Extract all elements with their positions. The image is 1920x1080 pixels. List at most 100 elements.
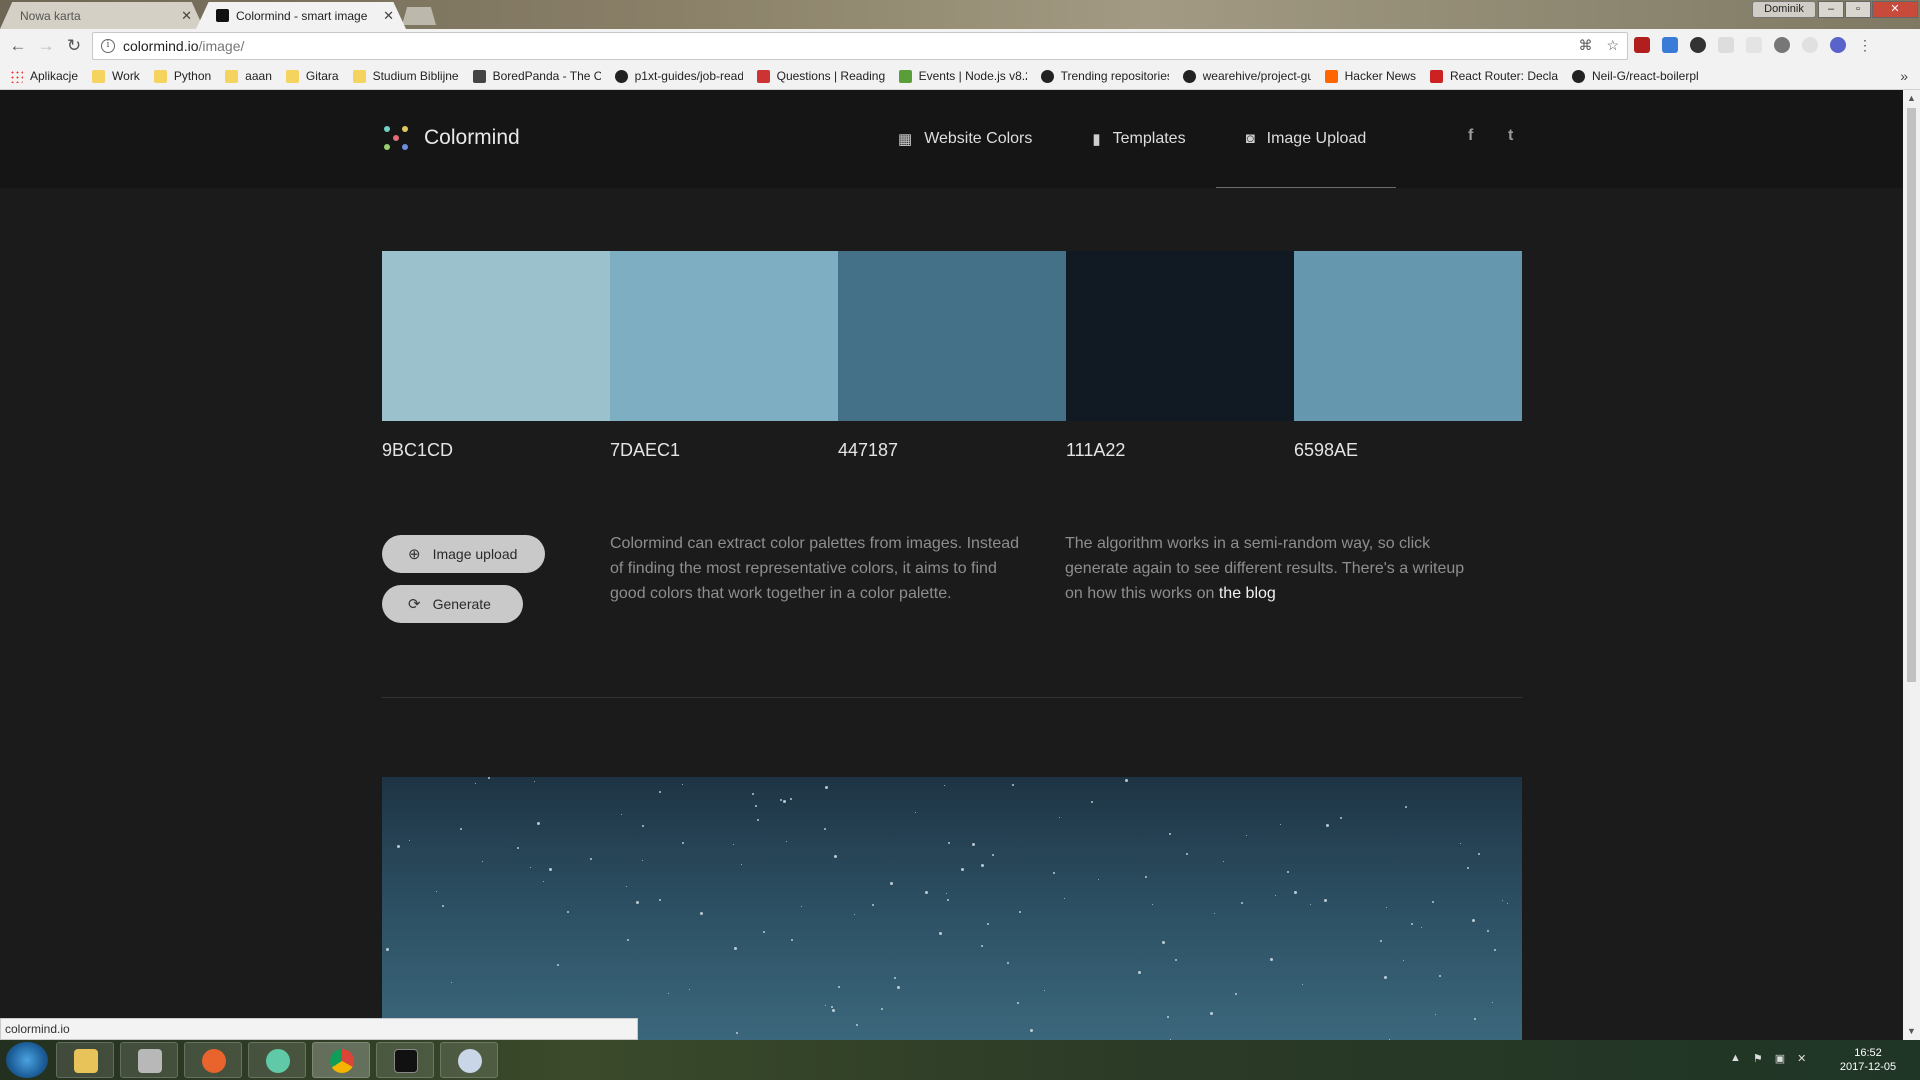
bookmark-item[interactable]: Neil-G/react-boilerpl bbox=[1571, 69, 1699, 83]
extension-icon[interactable] bbox=[1802, 37, 1818, 53]
extension-icon[interactable] bbox=[1774, 37, 1790, 53]
star-dot bbox=[732, 843, 734, 845]
color-swatch[interactable] bbox=[610, 251, 838, 421]
close-icon[interactable]: ✕ bbox=[383, 8, 394, 24]
bookmark-item[interactable]: wearehive/project-gu bbox=[1182, 69, 1311, 83]
color-swatch[interactable] bbox=[382, 251, 610, 421]
nav-website-colors[interactable]: ▦ Website Colors bbox=[868, 90, 1062, 188]
scroll-up-arrow-icon[interactable]: ▲ bbox=[1903, 90, 1920, 107]
info-icon[interactable]: i bbox=[101, 39, 115, 53]
new-tab-button[interactable] bbox=[402, 7, 436, 25]
star-dot bbox=[681, 842, 684, 845]
taskbar-app-atom[interactable] bbox=[248, 1042, 306, 1078]
profile-button[interactable]: Dominik bbox=[1752, 1, 1816, 18]
scrollbar-thumb[interactable] bbox=[1907, 108, 1916, 682]
reload-icon[interactable]: ↻ bbox=[64, 36, 84, 56]
star-dot bbox=[1166, 1016, 1169, 1019]
star-dot bbox=[801, 905, 803, 907]
close-icon[interactable]: ✕ bbox=[181, 8, 192, 24]
hex-code: 111A22 bbox=[1066, 440, 1126, 460]
tab-new-tab[interactable]: Nowa karta ✕ bbox=[0, 2, 204, 29]
forward-arrow-icon[interactable]: → bbox=[36, 36, 56, 56]
taskbar-app-paint[interactable] bbox=[440, 1042, 498, 1078]
translate-icon[interactable]: ⌘ bbox=[1578, 37, 1592, 54]
bookmarks-overflow-icon[interactable]: » bbox=[1900, 68, 1908, 84]
page-scrollbar[interactable]: ▲ ▼ bbox=[1903, 90, 1920, 1040]
maximize-button[interactable]: ▫ bbox=[1845, 1, 1871, 18]
tab-colormind[interactable]: Colormind - smart image ✕ bbox=[196, 2, 406, 29]
image-upload-button[interactable]: ⊕ Image upload bbox=[382, 535, 546, 573]
star-dot bbox=[1214, 912, 1216, 914]
bookmark-item[interactable]: Studium Biblijne bbox=[352, 69, 459, 83]
minimize-button[interactable]: – bbox=[1818, 1, 1844, 18]
extension-icon[interactable] bbox=[1718, 37, 1734, 53]
bookmark-item[interactable]: Python bbox=[153, 69, 211, 83]
extension-icon[interactable] bbox=[1830, 37, 1846, 53]
flag-icon[interactable]: ⚑ bbox=[1753, 1052, 1763, 1065]
bookmark-item[interactable]: Questions | Reading bbox=[756, 69, 885, 83]
taskbar-clock[interactable]: 16:52 2017-12-05 bbox=[1830, 1046, 1906, 1074]
ublock-extension-icon[interactable] bbox=[1634, 37, 1650, 53]
section-divider bbox=[382, 697, 1522, 698]
bookmark-item[interactable]: p1xt-guides/job-read bbox=[614, 69, 743, 83]
browser-toolbar: ← → ↻ i colormind.io/image/ ⌘ ☆ ⋮ bbox=[0, 29, 1920, 63]
nav-image-upload[interactable]: ◙ Image Upload bbox=[1215, 90, 1397, 188]
star-dot bbox=[944, 785, 946, 787]
bookmark-item[interactable]: Trending repositories bbox=[1040, 69, 1169, 83]
star-dot bbox=[626, 938, 629, 941]
bookmark-star-icon[interactable]: ☆ bbox=[1606, 37, 1619, 54]
color-swatch[interactable] bbox=[1294, 251, 1522, 421]
color-swatch[interactable] bbox=[838, 251, 1066, 421]
star-dot bbox=[735, 1031, 738, 1034]
extension-icon[interactable] bbox=[1746, 37, 1762, 53]
taskbar-app-chrome[interactable] bbox=[312, 1042, 370, 1078]
generate-button[interactable]: ⟳ Generate bbox=[382, 585, 523, 623]
network-icon[interactable]: ▣ bbox=[1775, 1052, 1785, 1065]
url-path: /image/ bbox=[198, 38, 245, 54]
star-dot bbox=[1324, 898, 1328, 902]
bookmark-item[interactable]: Work bbox=[92, 69, 140, 83]
sync-extension-icon[interactable] bbox=[1690, 37, 1706, 53]
taskbar-app-explorer[interactable] bbox=[56, 1042, 114, 1078]
star-dot bbox=[557, 963, 560, 966]
bookmark-item[interactable]: BoredPanda - The Or bbox=[472, 69, 601, 83]
nav-templates[interactable]: ▮ Templates bbox=[1062, 90, 1215, 188]
bookmark-item[interactable]: Gitara bbox=[285, 69, 339, 83]
tray-expand-icon[interactable]: ▲ bbox=[1730, 1052, 1741, 1065]
logo[interactable]: Colormind bbox=[382, 124, 520, 152]
extension-icon[interactable] bbox=[1662, 37, 1678, 53]
facebook-icon[interactable]: f bbox=[1468, 127, 1473, 145]
bookmark-item[interactable]: Aplikacje bbox=[10, 69, 78, 83]
system-tray: ▲ ⚑ ▣ ✕ bbox=[1730, 1052, 1806, 1065]
star-dot bbox=[948, 841, 951, 844]
back-arrow-icon[interactable]: ← bbox=[8, 36, 28, 56]
star-dot bbox=[833, 855, 837, 859]
taskbar-app-firefox[interactable] bbox=[184, 1042, 242, 1078]
bookmark-label: Aplikacje bbox=[30, 69, 79, 83]
star-dot bbox=[854, 914, 856, 916]
bookmarks-bar: Aplikacje Work Python aaan Gitara Studium Bib… bbox=[0, 63, 1920, 90]
menu-kebab-icon[interactable]: ⋮ bbox=[1858, 37, 1872, 53]
bookmark-item[interactable]: Hacker News bbox=[1324, 69, 1416, 83]
extensions-area: ⋮ bbox=[1634, 37, 1872, 53]
taskbar-app-database[interactable] bbox=[120, 1042, 178, 1078]
star-dot bbox=[682, 783, 684, 785]
start-button[interactable] bbox=[6, 1042, 48, 1078]
window-close-button[interactable]: ✕ bbox=[1872, 1, 1918, 18]
bookmark-item[interactable]: aaan bbox=[225, 69, 272, 83]
star-dot bbox=[991, 854, 994, 856]
taskbar-app-terminal[interactable] bbox=[376, 1042, 434, 1078]
scroll-down-arrow-icon[interactable]: ▼ bbox=[1903, 1023, 1920, 1040]
address-bar[interactable]: i colormind.io/image/ ⌘ ☆ bbox=[92, 32, 1628, 60]
volume-muted-icon[interactable]: ✕ bbox=[1797, 1052, 1806, 1065]
bookmark-item[interactable]: React Router: Declara bbox=[1429, 69, 1558, 83]
bookmark-item[interactable]: Events | Node.js v8.2 bbox=[898, 69, 1027, 83]
star-dot bbox=[658, 791, 661, 794]
blog-link[interactable]: the blog bbox=[1219, 585, 1276, 602]
star-dot bbox=[832, 1009, 836, 1013]
twitter-icon[interactable]: t bbox=[1508, 127, 1513, 145]
star-dot bbox=[914, 811, 916, 813]
clock-time: 16:52 bbox=[1854, 1047, 1882, 1059]
color-swatch[interactable] bbox=[1066, 251, 1294, 421]
folder-icon bbox=[92, 69, 106, 83]
